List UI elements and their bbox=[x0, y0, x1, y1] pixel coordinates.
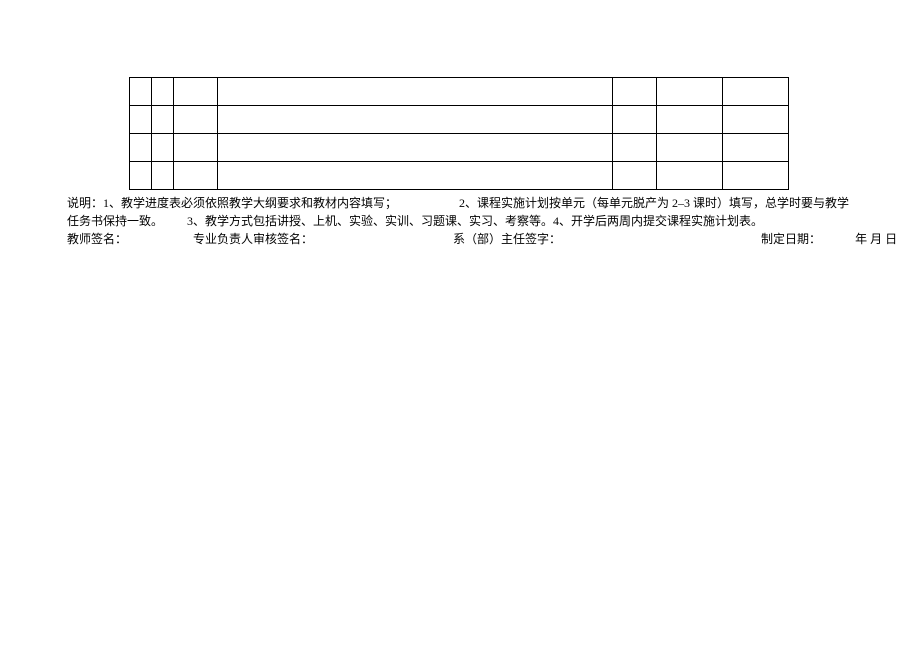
notes-item-2-part2: 任务书保持一致。 bbox=[67, 214, 163, 228]
table-row bbox=[130, 134, 789, 162]
date-label: 制定日期： bbox=[761, 232, 821, 246]
dept-head-signature-label: 系（部）主任签字： bbox=[453, 232, 561, 246]
notes-block: 说明：1、教学进度表必须依照教学大纲要求和教材内容填写； 2、课程实施计划按单元（… bbox=[67, 194, 860, 230]
notes-item-4: 4、开学后两周内提交课程实施计划表。 bbox=[553, 214, 763, 228]
table-row bbox=[130, 78, 789, 106]
notes-item-3: 3、教学方式包括讲授、上机、实验、实训、习题课、实习、考察等。 bbox=[187, 214, 553, 228]
lead-signature-label: 专业负责人审核签名： bbox=[193, 232, 313, 246]
signature-line: 教师签名： 专业负责人审核签名： 系（部）主任签字： 制定日期： 年 月 日 bbox=[67, 230, 920, 248]
notes-prefix: 说明： bbox=[67, 196, 103, 210]
empty-grid-table bbox=[129, 77, 789, 190]
notes-item-1: 1、教学进度表必须依照教学大纲要求和教材内容填写； bbox=[103, 196, 397, 210]
table-row bbox=[130, 162, 789, 190]
notes-item-2-part1: 2、课程实施计划按单元（每单元脱产为 2–3 课时）填写，总学时要与教学 bbox=[459, 196, 849, 210]
table-row bbox=[130, 106, 789, 134]
teacher-signature-label: 教师签名： bbox=[67, 232, 127, 246]
date-value: 年 月 日 bbox=[855, 232, 897, 246]
